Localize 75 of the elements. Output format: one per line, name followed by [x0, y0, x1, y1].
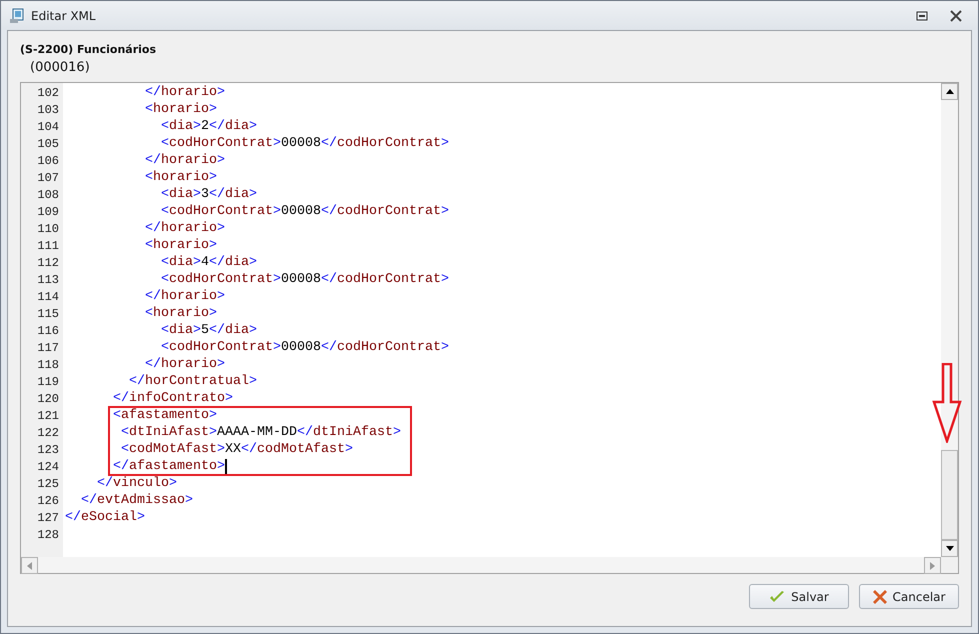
code-line: </horario>	[144, 289, 226, 304]
line-number: 110	[36, 222, 60, 236]
line-number: 114	[36, 290, 60, 304]
code-line: <codMotAfast>XX</codMotAfast>	[120, 442, 354, 457]
code-line: </horario>	[144, 153, 226, 168]
line-number: 103	[36, 102, 60, 116]
line-number: 117	[36, 340, 60, 354]
line-number: 124	[36, 460, 60, 474]
code-line: </afastamento>	[112, 459, 228, 474]
save-button[interactable]: Salvar	[749, 584, 849, 609]
line-number: 113	[36, 272, 60, 286]
scroll-down-button[interactable]	[941, 540, 958, 557]
scroll-left-button[interactable]	[21, 557, 38, 574]
line-number: 109	[36, 204, 60, 218]
code-line: </vinculo>	[96, 476, 178, 491]
code-line: </horario>	[144, 357, 226, 372]
code-line: </horario>	[144, 221, 226, 236]
window-title: Editar XML	[31, 8, 97, 22]
code-line: </evtAdmissao>	[80, 493, 194, 508]
down-triangle-icon	[946, 546, 954, 551]
cancel-button[interactable]: Cancelar	[859, 584, 959, 609]
code-line: </horario>	[144, 85, 226, 100]
code-line: </infoContrato>	[112, 391, 234, 406]
record-code: (000016)	[30, 60, 91, 75]
line-number: 123	[36, 442, 60, 456]
line-number: 122	[36, 426, 60, 440]
code-line: <horario>	[144, 306, 218, 321]
code-line: <dtIniAfast>AAAA-MM-DD</dtIniAfast>	[120, 425, 402, 440]
check-icon	[769, 590, 786, 604]
line-number: 107	[36, 170, 60, 184]
close-icon	[872, 590, 887, 604]
code-line: <codHorContrat>00008</codHorContrat>	[160, 340, 450, 355]
up-triangle-icon	[946, 89, 954, 94]
line-number: 111	[36, 238, 60, 252]
line-number: 104	[36, 120, 60, 134]
line-number: 106	[36, 154, 60, 168]
line-number: 119	[36, 374, 60, 388]
code-line: <dia>3</dia>	[160, 187, 258, 202]
code-line: </horContratual>	[128, 374, 258, 389]
code-line: <codHorContrat>00008</codHorContrat>	[160, 204, 450, 219]
line-number: 125	[36, 476, 60, 490]
line-number: 108	[36, 188, 60, 202]
scroll-up-button[interactable]	[941, 83, 958, 100]
scrollbar-corner	[941, 557, 958, 573]
horizontal-scrollbar[interactable]	[21, 557, 941, 573]
line-number: 128	[36, 528, 60, 542]
line-number: 105	[36, 136, 60, 150]
right-triangle-icon	[930, 562, 935, 570]
line-number: 116	[36, 324, 60, 338]
scrollbar-thumb[interactable]	[941, 450, 958, 540]
vertical-scrollbar[interactable]	[941, 83, 958, 557]
code-line: <codHorContrat>00008</codHorContrat>	[160, 136, 450, 151]
line-number: 126	[36, 494, 60, 508]
left-triangle-icon	[27, 562, 32, 570]
code-line: <horario>	[144, 170, 218, 185]
code-line: <codHorContrat>00008</codHorContrat>	[160, 272, 450, 287]
close-icon	[950, 10, 962, 22]
code-line: <horario>	[144, 238, 218, 253]
line-number: 102	[36, 86, 60, 100]
line-number: 118	[36, 358, 60, 372]
code-line: <dia>4</dia>	[160, 255, 258, 270]
line-number: 121	[36, 408, 60, 422]
line-number: 115	[36, 306, 60, 320]
document-icon	[9, 8, 25, 24]
record-title: (S-2200) Funcionários	[20, 43, 158, 56]
xml-editor[interactable]	[20, 82, 959, 574]
code-line: </eSocial>	[64, 510, 146, 525]
code-line: <dia>5</dia>	[160, 323, 258, 338]
code-line: <afastamento>	[112, 408, 218, 423]
line-number: 120	[36, 392, 60, 406]
code-line: <dia>2</dia>	[160, 119, 258, 134]
line-number: 112	[36, 256, 60, 270]
restore-icon	[916, 10, 928, 20]
code-line: <horario>	[144, 102, 218, 117]
line-number: 127	[36, 510, 60, 524]
